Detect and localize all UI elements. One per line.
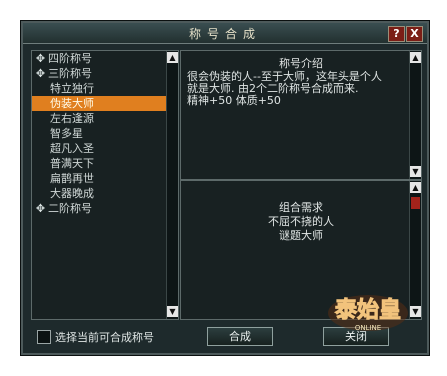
title-list-item[interactable]: 左右逢源	[32, 111, 166, 126]
logo-sub: ONLINE	[355, 324, 381, 332]
title-item-label: 扁鹊再世	[50, 172, 94, 185]
title-list-item[interactable]: 伪装大师	[32, 96, 166, 111]
logo-text: 泰始皇	[334, 297, 401, 323]
title-list-item[interactable]: 智多星	[32, 126, 166, 141]
title-group-item[interactable]: ✥ 三阶称号	[32, 66, 166, 81]
title-item-label: 四阶称号	[48, 52, 92, 65]
help-button[interactable]: ?	[388, 26, 405, 42]
intro-line-3: 精神+50 体质+50	[187, 94, 281, 107]
title-list-item[interactable]: 特立独行	[32, 81, 166, 96]
title-item-label: 三阶称号	[48, 67, 92, 80]
window-title: 称号合成	[188, 27, 261, 41]
close-window-button[interactable]: X	[406, 26, 423, 42]
title-item-label: 普满天下	[50, 157, 94, 170]
title-list-item[interactable]: 大器晚成	[32, 186, 166, 201]
requirement-title: 组合需求	[279, 201, 323, 214]
intro-scrollbar[interactable]: ▲ ▼	[409, 51, 421, 179]
title-list-item[interactable]: 超凡入圣	[32, 141, 166, 156]
title-list-item[interactable]: 普满天下	[32, 156, 166, 171]
title-list-item[interactable]: 扁鹊再世	[32, 171, 166, 186]
combinable-checkbox-label: 选择当前可合成称号	[55, 331, 154, 344]
scroll-thumb[interactable]	[411, 197, 420, 209]
expand-icon[interactable]: ✥	[35, 68, 46, 79]
title-item-label: 特立独行	[50, 82, 94, 95]
titlebar: 称号合成 ? X	[23, 23, 427, 44]
title-synthesis-window: 称号合成 ? X ✥ 四阶称号 ✥ 三阶称号 特立独行 伪装大师 左右逢源 智多星 超凡入圣 普满…	[21, 21, 429, 355]
scroll-up-icon[interactable]: ▲	[167, 52, 178, 63]
title-item-label: 伪装大师	[50, 97, 94, 110]
expand-icon[interactable]: ✥	[35, 53, 46, 64]
title-item-label: 大器晚成	[50, 187, 94, 200]
scroll-down-icon[interactable]: ▼	[410, 166, 421, 177]
title-group-item[interactable]: ✥ 二阶称号	[32, 201, 166, 216]
intro-title: 称号介绍	[279, 57, 323, 70]
title-group-item[interactable]: ✥ 四阶称号	[32, 51, 166, 66]
game-logo: 泰始皇 ONLINE	[328, 295, 408, 332]
list-scrollbar[interactable]: ▲ ▼	[166, 51, 178, 319]
scroll-up-icon[interactable]: ▲	[410, 182, 421, 193]
title-item-label: 左右逢源	[50, 112, 94, 125]
title-item-label: 超凡入圣	[50, 142, 94, 155]
scroll-up-icon[interactable]: ▲	[410, 52, 421, 63]
requirement-item-1: 不屈不挠的人	[268, 215, 334, 228]
title-item-label: 智多星	[50, 127, 83, 140]
title-list: ✥ 四阶称号 ✥ 三阶称号 特立独行 伪装大师 左右逢源 智多星 超凡入圣 普满天下 扁鹊再世 大器晚…	[32, 51, 166, 216]
expand-icon[interactable]: ✥	[35, 203, 46, 214]
title-list-panel: ✥ 四阶称号 ✥ 三阶称号 特立独行 伪装大师 左右逢源 智多星 超凡入圣 普满天下 扁鹊再世 大器晚…	[31, 50, 179, 320]
title-item-label: 二阶称号	[48, 202, 92, 215]
title-intro-panel: 称号介绍 很会伪装的人--至于大师，这年头是个人 就是大师. 由2个二阶称号合成…	[180, 50, 422, 180]
combine-button[interactable]: 合成	[207, 327, 273, 346]
scroll-down-icon[interactable]: ▼	[167, 306, 178, 317]
combinable-checkbox[interactable]	[37, 330, 51, 344]
requirement-item-2: 谜题大师	[279, 229, 323, 242]
